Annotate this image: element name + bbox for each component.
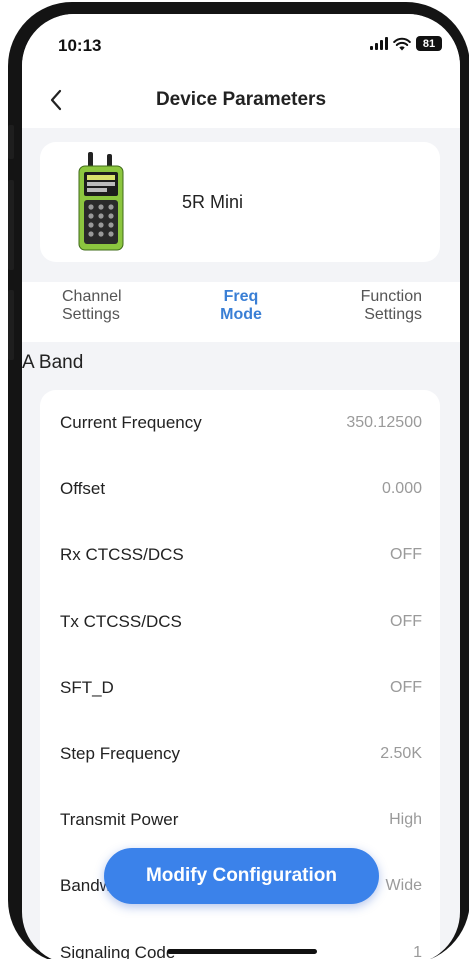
home-indicator bbox=[167, 949, 317, 954]
param-value: 1 bbox=[413, 943, 422, 959]
param-value: OFF bbox=[390, 612, 422, 630]
param-label: Rx CTCSS/DCS bbox=[60, 545, 184, 565]
param-label: Transmit Power bbox=[60, 810, 179, 830]
param-label: Tx CTCSS/DCS bbox=[60, 611, 182, 631]
param-label: Signaling Code bbox=[60, 942, 176, 959]
param-value: OFF bbox=[390, 678, 422, 696]
device-name: 5R Mini bbox=[182, 192, 244, 212]
param-value: 350.12500 bbox=[346, 414, 422, 432]
param-value: 2.50K bbox=[380, 745, 422, 763]
nav-bar: Device Parameters bbox=[22, 72, 460, 128]
param-label: SFT_D bbox=[60, 677, 114, 697]
page-title: Device Parameters bbox=[155, 89, 327, 110]
tab-bar: Channel Settings Freq Mode Function Sett… bbox=[22, 282, 460, 342]
param-row-rx-ctcss-dcs[interactable]: Rx CTCSS/DCS OFF bbox=[40, 522, 440, 588]
param-row-sft-d[interactable]: SFT_D OFF bbox=[40, 655, 440, 721]
param-row-offset[interactable]: Offset 0.000 bbox=[40, 456, 440, 522]
device-card: 5R Mini bbox=[40, 142, 440, 262]
walkie-talkie-device-image bbox=[78, 152, 124, 251]
status-time: 10:13 bbox=[58, 36, 102, 55]
volume-down-button bbox=[8, 290, 14, 360]
wifi-icon bbox=[393, 37, 411, 50]
status-icons: 81 bbox=[370, 36, 442, 51]
signal-icon bbox=[370, 37, 388, 50]
param-row-transmit-power[interactable]: Transmit Power High bbox=[40, 787, 440, 853]
param-value: OFF bbox=[390, 546, 422, 564]
volume-up-button bbox=[8, 180, 14, 270]
app-screen: 10:13 81 Device Parameters 5R Mini Chann… bbox=[22, 14, 460, 959]
param-label: Step Frequency bbox=[60, 744, 181, 764]
status-bar: 10:13 81 bbox=[22, 14, 460, 72]
param-label: Offset bbox=[60, 479, 106, 499]
mute-switch bbox=[8, 125, 14, 159]
battery-icon: 81 bbox=[416, 36, 442, 51]
param-row-current-frequency[interactable]: Current Frequency 350.12500 bbox=[40, 390, 440, 456]
param-row-step-frequency[interactable]: Step Frequency 2.50K bbox=[40, 721, 440, 787]
section-title: A Band bbox=[22, 352, 84, 373]
param-label: Current Frequency bbox=[60, 413, 202, 433]
tab-label-line: Function bbox=[360, 288, 422, 305]
tab-label-line: Settings bbox=[364, 306, 422, 323]
param-value: 0.000 bbox=[381, 480, 422, 498]
tab-function-settings[interactable]: Function Settings bbox=[361, 288, 422, 324]
param-value: Wide bbox=[385, 877, 422, 895]
param-row-tx-ctcss-dcs[interactable]: Tx CTCSS/DCS OFF bbox=[40, 589, 440, 655]
modify-configuration-button[interactable]: Modify Configuration bbox=[104, 848, 379, 904]
param-value: High bbox=[389, 811, 422, 829]
